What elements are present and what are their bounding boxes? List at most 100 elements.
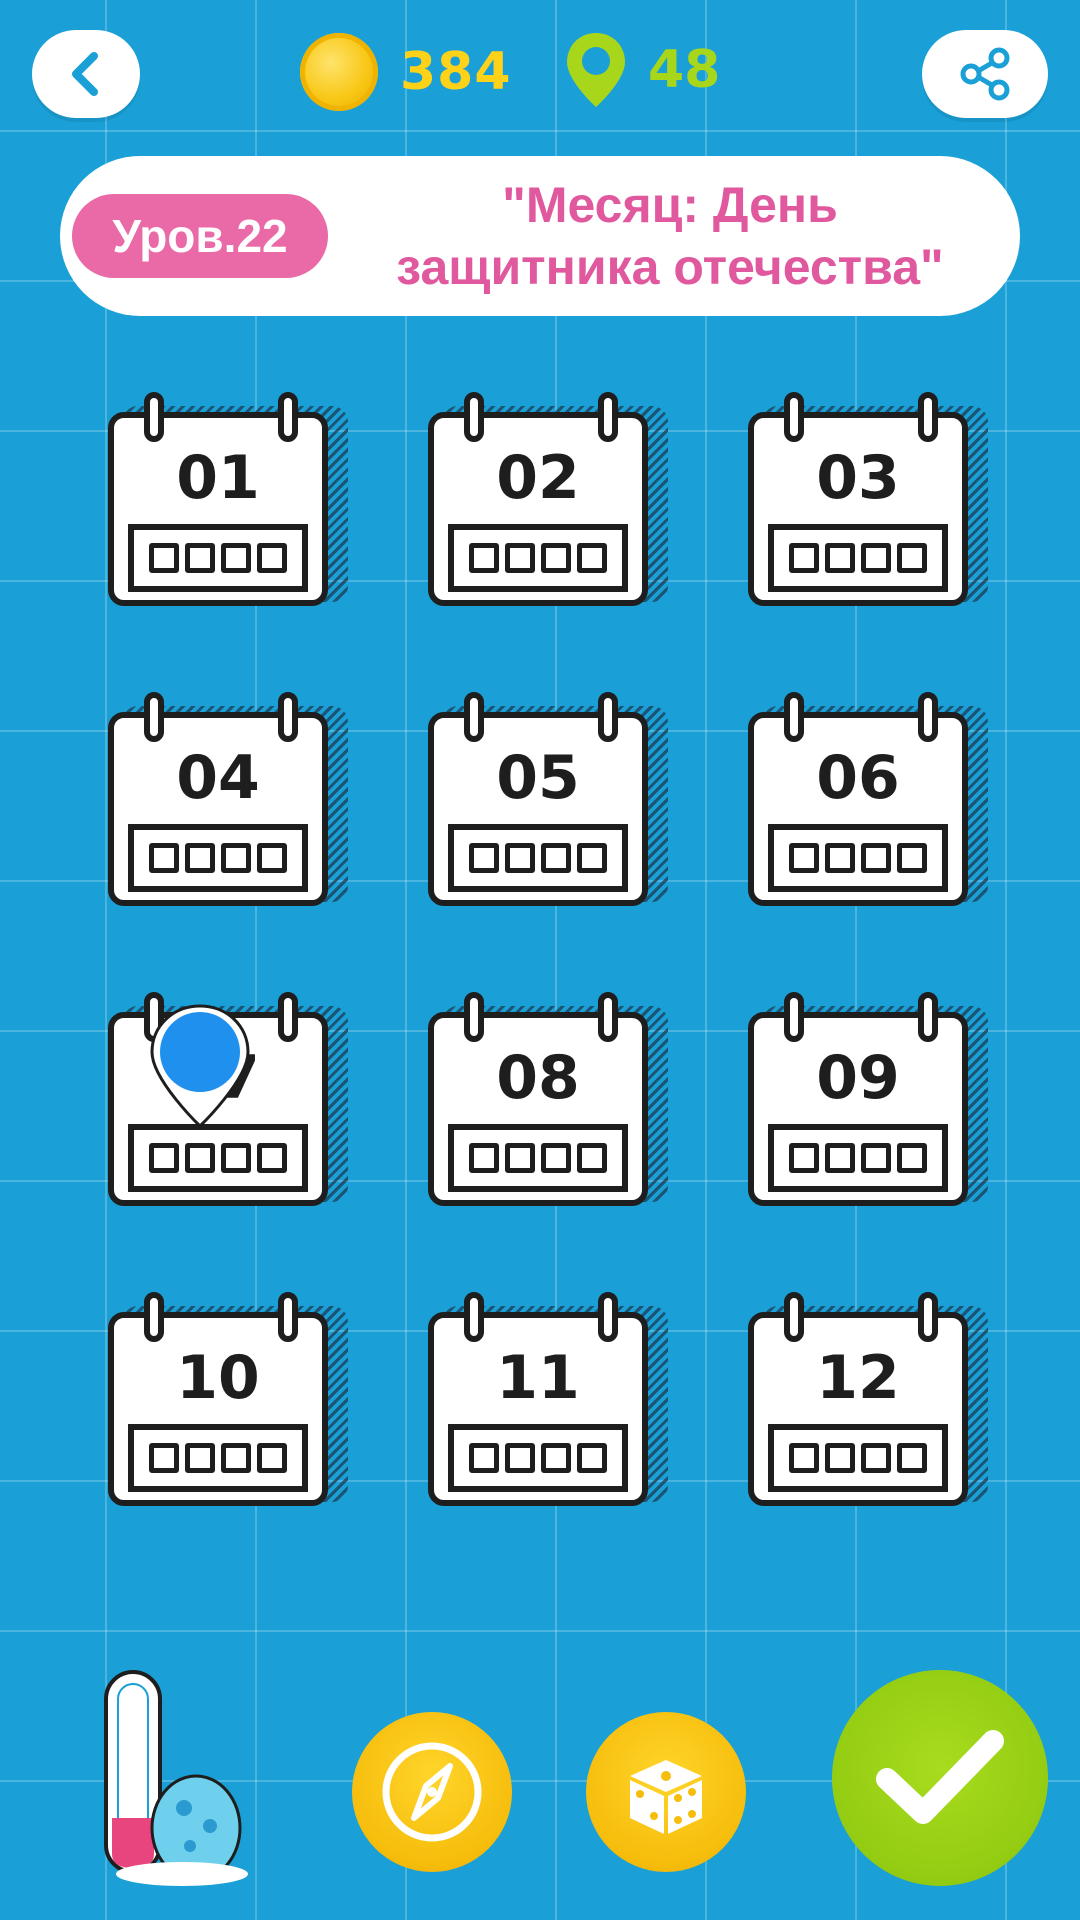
answer-slot (541, 843, 571, 873)
answer-slot (861, 543, 891, 573)
answer-slots (128, 824, 308, 892)
checkmark-icon (876, 1730, 1004, 1824)
answer-slot (577, 843, 607, 873)
answer-slot (185, 1143, 215, 1173)
answer-slot (185, 543, 215, 573)
calendar-ring (918, 992, 938, 1042)
level-title-line-2: защитника отечества" (396, 239, 944, 295)
share-icon (960, 47, 1010, 101)
month-card-4[interactable]: 04 (108, 692, 348, 908)
compass-button[interactable] (352, 1712, 512, 1872)
coin-count: 384 (400, 42, 512, 102)
calendar-ring (918, 692, 938, 742)
answer-slots (448, 524, 628, 592)
month-number: 03 (816, 443, 900, 513)
answer-slot (541, 543, 571, 573)
answer-slot (897, 543, 927, 573)
answer-slots (768, 1124, 948, 1192)
calendar-ring (598, 692, 618, 742)
answer-slot (897, 1443, 927, 1473)
calendar-ring (278, 692, 298, 742)
answer-slot (789, 543, 819, 573)
month-number: 06 (816, 743, 900, 813)
month-card-2[interactable]: 02 (428, 392, 668, 608)
calendar-ring (144, 392, 164, 442)
share-button[interactable] (922, 30, 1048, 118)
month-card-8[interactable]: 08 (428, 992, 668, 1208)
coin-counter: 384 (300, 30, 512, 114)
answer-slot (469, 1443, 499, 1473)
calendar-ring (464, 1292, 484, 1342)
answer-slots (768, 1424, 948, 1492)
calendar-ring (784, 692, 804, 742)
month-number: 10 (176, 1343, 260, 1413)
calendar-ring (784, 992, 804, 1042)
month-number: 04 (176, 743, 260, 813)
calendar-ring (278, 1292, 298, 1342)
calendar-ring (598, 392, 618, 442)
answer-slot (185, 843, 215, 873)
answer-slot (469, 843, 499, 873)
thermometer-icon (104, 1670, 248, 1886)
answer-slot (221, 1143, 251, 1173)
compass-icon (382, 1742, 482, 1842)
answer-slot (185, 1443, 215, 1473)
answer-slot (577, 1443, 607, 1473)
answer-slot (221, 843, 251, 873)
answer-slot (861, 843, 891, 873)
level-title-line-1: "Месяц: День (502, 177, 838, 233)
answer-slots (768, 524, 948, 592)
chevron-left-icon (72, 52, 98, 96)
answer-slot (221, 1443, 251, 1473)
answer-slot (257, 843, 287, 873)
month-number: 02 (496, 443, 580, 513)
answer-slots (128, 1424, 308, 1492)
calendar-ring (918, 392, 938, 442)
answer-slot (149, 843, 179, 873)
coin-icon (300, 33, 378, 111)
back-button[interactable] (32, 30, 140, 118)
answer-slot (861, 1143, 891, 1173)
level-banner: Уров.22 "Месяц: День защитника отечества… (60, 156, 1020, 316)
answer-slot (149, 1443, 179, 1473)
answer-slot (825, 1443, 855, 1473)
answer-slot (897, 843, 927, 873)
month-card-10[interactable]: 10 (108, 1292, 348, 1508)
month-card-3[interactable]: 03 (748, 392, 988, 608)
answer-slots (128, 1124, 308, 1192)
month-card-6[interactable]: 06 (748, 692, 988, 908)
month-card-12[interactable]: 12 (748, 1292, 988, 1508)
map-pin-icon (567, 33, 625, 107)
answer-slot (505, 1443, 535, 1473)
month-card-1[interactable]: 01 (108, 392, 348, 608)
answer-slot (897, 1143, 927, 1173)
answer-slot (505, 543, 535, 573)
month-number: 09 (816, 1043, 900, 1113)
month-number: 01 (176, 443, 260, 513)
answer-slot (505, 843, 535, 873)
answer-slot (789, 843, 819, 873)
answer-slot (469, 543, 499, 573)
calendar-ring (464, 392, 484, 442)
month-number: 11 (496, 1343, 580, 1413)
answer-slot (541, 1143, 571, 1173)
month-card-5[interactable]: 05 (428, 692, 668, 908)
calendar-ring (464, 992, 484, 1042)
month-card-11[interactable]: 11 (428, 1292, 668, 1508)
answer-slots (448, 1424, 628, 1492)
month-card-9[interactable]: 09 (748, 992, 988, 1208)
calendar-ring (144, 1292, 164, 1342)
answer-slots (448, 824, 628, 892)
calendar-ring (144, 692, 164, 742)
calendar-ring (918, 1292, 938, 1342)
answer-slots (128, 524, 308, 592)
month-number: 05 (496, 743, 580, 813)
answer-slot (789, 1443, 819, 1473)
answer-slot (149, 1143, 179, 1173)
month-number: 12 (816, 1343, 900, 1413)
confirm-button[interactable] (832, 1670, 1048, 1886)
level-title: "Месяц: День защитника отечества" (350, 174, 990, 298)
answer-slot (577, 543, 607, 573)
dice-button[interactable] (586, 1712, 746, 1872)
answer-slot (577, 1143, 607, 1173)
